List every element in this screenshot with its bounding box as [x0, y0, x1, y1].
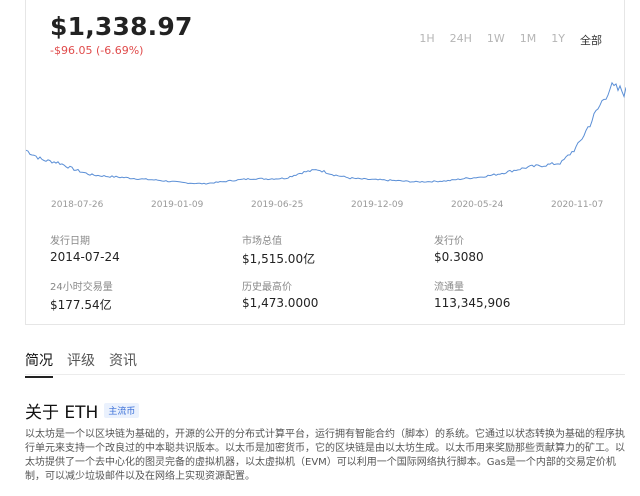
stat-value: $177.54亿 — [50, 298, 112, 312]
price-line — [26, 81, 626, 185]
about-title: 关于 ETH — [25, 403, 99, 423]
stat-24h-volume: 24小时交易量 $177.54亿 — [50, 278, 113, 313]
range-1m[interactable]: 1M — [520, 32, 537, 48]
stat-issue-price: 发行价 $0.3080 — [434, 232, 484, 264]
time-range-selector: 1H 24H 1W 1M 1Y 全部 — [404, 32, 602, 48]
x-tick-label: 2020-11-07 — [551, 200, 603, 210]
range-1y[interactable]: 1Y — [551, 32, 565, 48]
x-tick-label: 2019-01-09 — [151, 200, 204, 210]
x-tick-label: 2019-12-09 — [351, 200, 404, 210]
mainstream-badge: 主流币 — [104, 403, 140, 418]
stat-circulating-supply: 流通量 113,345,906 — [434, 278, 510, 310]
range-1w[interactable]: 1W — [487, 32, 505, 48]
price-change: -$96.05 (-6.69%) — [50, 44, 144, 57]
stat-label: 发行日期 — [50, 236, 90, 247]
range-1h[interactable]: 1H — [419, 32, 434, 48]
stat-label: 24小时交易量 — [50, 282, 113, 293]
x-tick-label: 2020-05-24 — [451, 200, 504, 210]
stat-all-time-high: 历史最高价 $1,473.0000 — [242, 278, 318, 310]
tabs-divider — [25, 374, 625, 375]
stat-label: 流通量 — [434, 282, 464, 293]
stat-market-cap: 市场总值 $1,515.00亿 — [242, 232, 315, 267]
stat-label: 历史最高价 — [242, 282, 292, 293]
price-chart[interactable]: 2018-07-26 2019-01-09 2019-06-25 2019-12-09… — [26, 80, 626, 215]
x-tick-label: 2019-06-25 — [251, 200, 303, 210]
x-tick-label: 2018-07-26 — [51, 200, 104, 210]
about-description: 以太坊是一个以区块链为基础的，开源的公开的分布式计算平台，运行拥有智能合约（脚本… — [25, 429, 625, 482]
range-24h[interactable]: 24H — [450, 32, 472, 48]
about-heading: 关于 ETH 主流币 — [25, 398, 140, 423]
stat-value: $0.3080 — [434, 250, 484, 264]
stat-label: 市场总值 — [242, 236, 282, 247]
current-price: $1,338.97 — [50, 12, 193, 41]
stat-value: 2014-07-24 — [50, 250, 120, 264]
price-card: $1,338.97 -$96.05 (-6.69%) 1H 24H 1W 1M … — [25, 0, 626, 325]
stat-value: 113,345,906 — [434, 296, 511, 310]
stat-value: $1,473.0000 — [242, 296, 319, 310]
range-all[interactable]: 全部 — [580, 32, 602, 48]
stat-value: $1,515.00亿 — [242, 252, 316, 266]
stat-label: 发行价 — [434, 236, 464, 247]
stat-issue-date: 发行日期 2014-07-24 — [50, 232, 120, 264]
